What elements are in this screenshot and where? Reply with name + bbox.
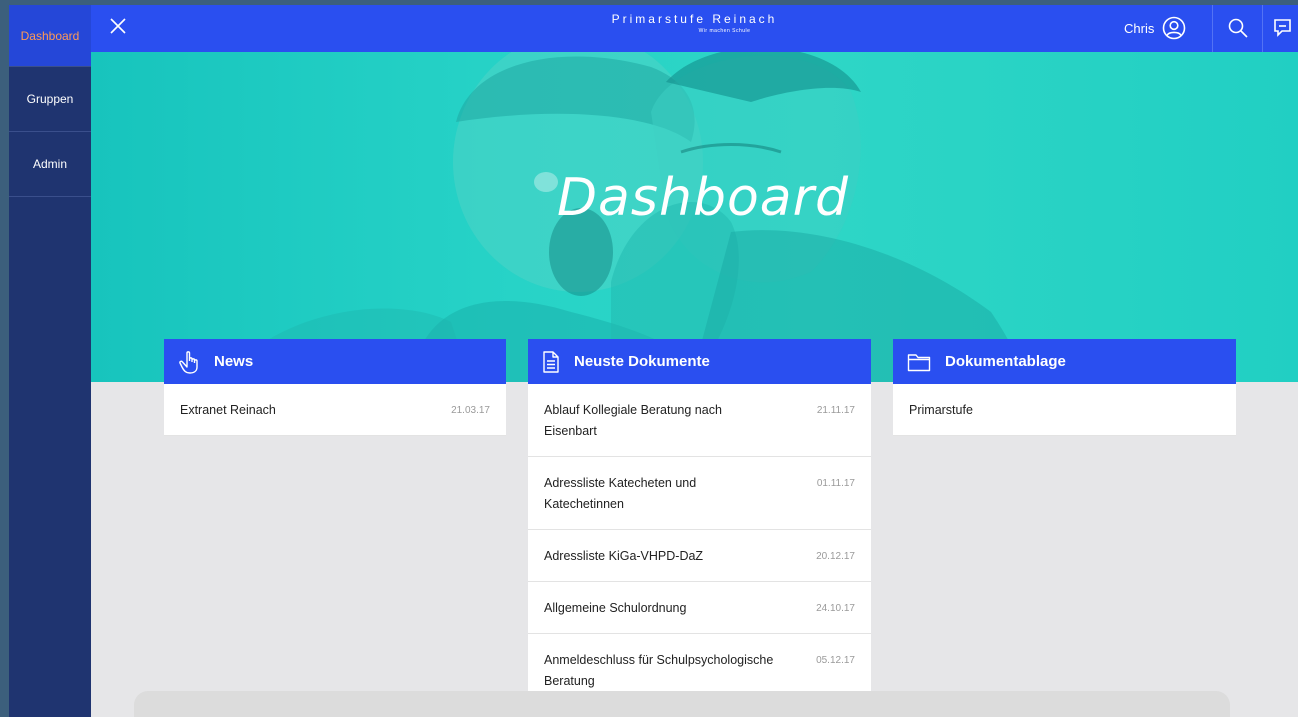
user-name: Chris: [1124, 20, 1155, 36]
sidebar-item-label: Gruppen: [26, 92, 74, 106]
sidebar: Dashboard Gruppen Admin: [9, 5, 91, 717]
news-date: 21.03.17: [451, 405, 490, 416]
card-header: News: [164, 339, 506, 384]
divider: [1212, 5, 1213, 52]
card-header: Dokumentablage: [893, 339, 1236, 384]
list-item[interactable]: Adressliste Katecheten und Katechetinnen…: [528, 457, 871, 530]
app-window: Dashboard Gruppen Admin Primarstufe Rein…: [9, 5, 1298, 717]
document-date: 24.10.17: [816, 603, 855, 614]
document-title: Allgemeine Schulordnung: [544, 601, 687, 615]
document-date: 20.12.17: [816, 551, 855, 562]
sidebar-item-admin[interactable]: Admin: [9, 132, 91, 197]
list-item[interactable]: Adressliste KiGa-VHPD-DaZ 20.12.17: [528, 530, 871, 582]
search-icon[interactable]: [1226, 16, 1250, 40]
sidebar-item-label: Dashboard: [20, 28, 80, 43]
list-item[interactable]: Ablauf Kollegiale Beratung nach Eisenbar…: [528, 384, 871, 457]
brand-title: Primarstufe Reinach: [611, 12, 778, 26]
divider: [1262, 5, 1263, 52]
top-bar: Primarstufe Reinach Wir machen Schule Ch…: [91, 5, 1298, 52]
sidebar-item-dashboard[interactable]: Dashboard: [9, 5, 91, 67]
brand: Primarstufe Reinach Wir machen Schule: [91, 12, 1298, 34]
document-title: Adressliste Katecheten und Katechetinnen: [544, 476, 697, 511]
document-date: 21.11.17: [816, 405, 855, 416]
page-title: Dashboard: [557, 168, 850, 228]
user-menu[interactable]: Chris: [1124, 13, 1186, 43]
folder-title: Primarstufe: [909, 403, 973, 417]
document-date: 05.12.17: [816, 655, 855, 666]
brand-subtitle: Wir machen Schule: [698, 28, 751, 34]
document-title: Ablauf Kollegiale Beratung nach Eisenbar…: [544, 403, 722, 438]
list-item[interactable]: Primarstufe: [893, 384, 1236, 436]
document-icon: [543, 350, 559, 373]
news-title: Extranet Reinach: [180, 403, 276, 417]
sidebar-item-label: Admin: [32, 157, 67, 171]
card-title: News: [214, 353, 254, 370]
bottom-panel: [134, 691, 1230, 717]
document-date: 01.11.17: [816, 478, 855, 489]
hero-banner: Dashboard: [91, 52, 1298, 382]
folder-icon: [907, 353, 931, 371]
chat-icon[interactable]: [1272, 16, 1296, 40]
document-title: Adressliste KiGa-VHPD-DaZ: [544, 549, 704, 563]
user-circle-icon: [1163, 16, 1186, 40]
card-title: Dokumentablage: [945, 353, 1066, 370]
card-header: Neuste Dokumente: [528, 339, 871, 384]
card-title: Neuste Dokumente: [574, 353, 710, 370]
documents-card: Neuste Dokumente Ablauf Kollegiale Berat…: [528, 339, 871, 707]
close-icon[interactable]: [107, 15, 129, 37]
hand-pointer-icon: [179, 350, 198, 374]
document-storage-card: Dokumentablage Primarstufe: [893, 339, 1236, 436]
document-title: Anmeldeschluss für Schulpsychologische B…: [544, 653, 774, 688]
list-item[interactable]: Allgemeine Schulordnung 24.10.17: [528, 582, 871, 634]
news-card: News Extranet Reinach 21.03.17: [164, 339, 506, 436]
list-item[interactable]: Extranet Reinach 21.03.17: [164, 384, 506, 436]
sidebar-item-gruppen[interactable]: Gruppen: [9, 67, 91, 132]
